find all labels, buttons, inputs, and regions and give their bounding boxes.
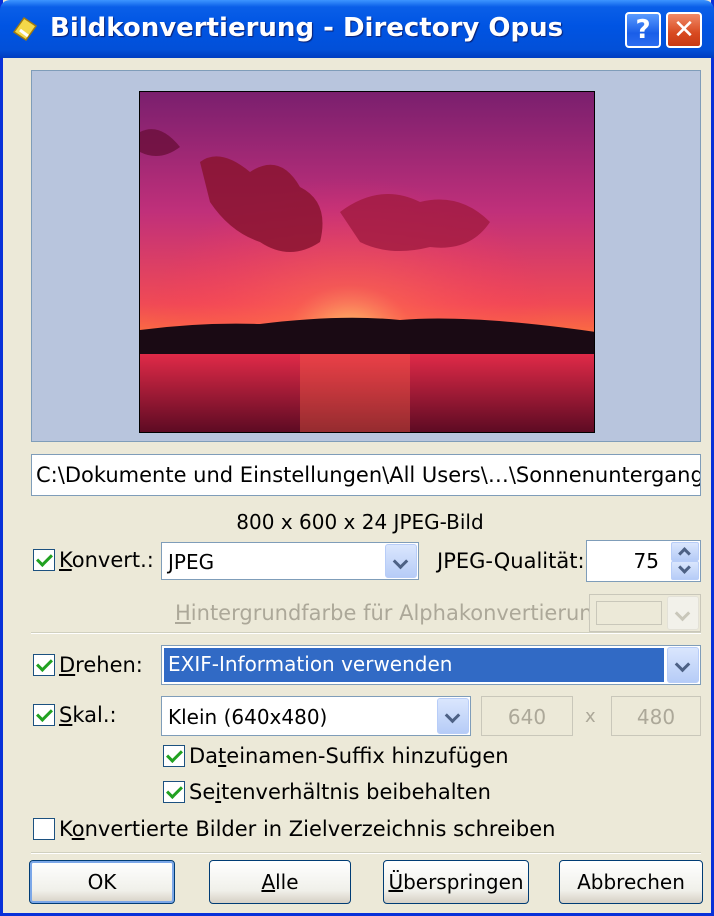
format-select[interactable]: JPEG — [161, 542, 419, 580]
convert-label: Konvert.: — [59, 548, 154, 572]
chevron-down-icon[interactable] — [385, 544, 417, 578]
scale-height-field[interactable]: 480 — [611, 696, 701, 736]
target-folder-checkbox[interactable] — [33, 818, 55, 840]
all-button[interactable]: Alle — [209, 860, 351, 904]
color-swatch — [596, 601, 662, 625]
chevron-down-icon[interactable] — [667, 647, 699, 683]
alpha-color-picker[interactable] — [589, 594, 701, 632]
title-bar[interactable]: Bildkonvertierung - Directory Opus ? ✕ — [0, 0, 714, 58]
chevron-down-icon[interactable] — [667, 596, 699, 630]
ok-button[interactable]: OK — [29, 860, 175, 904]
image-preview-area — [31, 70, 701, 442]
aspect-ratio-checkbox[interactable] — [163, 781, 185, 803]
rotate-value: EXIF-Information verwenden — [164, 648, 664, 682]
help-button[interactable]: ? — [625, 12, 661, 48]
scale-value: Klein (640x480) — [168, 705, 328, 729]
suffix-checkbox[interactable] — [163, 745, 185, 767]
image-info: 800 x 600 x 24 JPEG-Bild — [236, 510, 484, 534]
chevron-down-icon[interactable] — [437, 698, 469, 734]
window-title: Bildkonvertierung - Directory Opus — [50, 13, 564, 43]
aspect-ratio-label: Seitenverhältnis beibehalten — [189, 780, 491, 804]
spin-down-icon[interactable] — [671, 561, 699, 580]
scale-checkbox[interactable] — [33, 704, 55, 726]
file-path-field[interactable]: C:\Dokumente und Einstellungen\All Users… — [31, 454, 701, 496]
rotate-checkbox[interactable] — [33, 654, 55, 676]
scale-label: Skal.: — [59, 703, 117, 727]
dialog-window: Bildkonvertierung - Directory Opus ? ✕ C… — [0, 0, 714, 916]
divider — [31, 632, 701, 634]
convert-app-icon — [12, 16, 38, 42]
spin-up-icon[interactable] — [671, 542, 699, 561]
format-value: JPEG — [168, 550, 215, 574]
close-button[interactable]: ✕ — [666, 12, 702, 48]
rotate-label: Drehen: — [59, 653, 143, 677]
jpeg-quality-label: JPEG-Qualität: — [437, 549, 585, 573]
alpha-background-label: Hintergrundfarbe für Alphakonvertierung: — [175, 601, 614, 625]
image-preview — [139, 91, 595, 433]
scale-separator: x — [585, 706, 596, 727]
convert-checkbox[interactable] — [33, 549, 55, 571]
cancel-button[interactable]: Abbrechen — [559, 860, 703, 904]
jpeg-quality-spinner[interactable]: 75 — [586, 540, 701, 582]
scale-select[interactable]: Klein (640x480) — [161, 696, 471, 736]
target-folder-label: Konvertierte Bilder in Zielverzeichnis s… — [59, 817, 556, 841]
skip-button[interactable]: Überspringen — [383, 860, 529, 904]
rotate-select[interactable]: EXIF-Information verwenden — [161, 645, 701, 685]
sunset-thumbnail — [140, 92, 594, 432]
jpeg-quality-value[interactable]: 75 — [587, 549, 659, 573]
divider — [31, 852, 701, 854]
suffix-label: Dateinamen-Suffix hinzufügen — [189, 744, 509, 768]
scale-width-field[interactable]: 640 — [481, 696, 573, 736]
